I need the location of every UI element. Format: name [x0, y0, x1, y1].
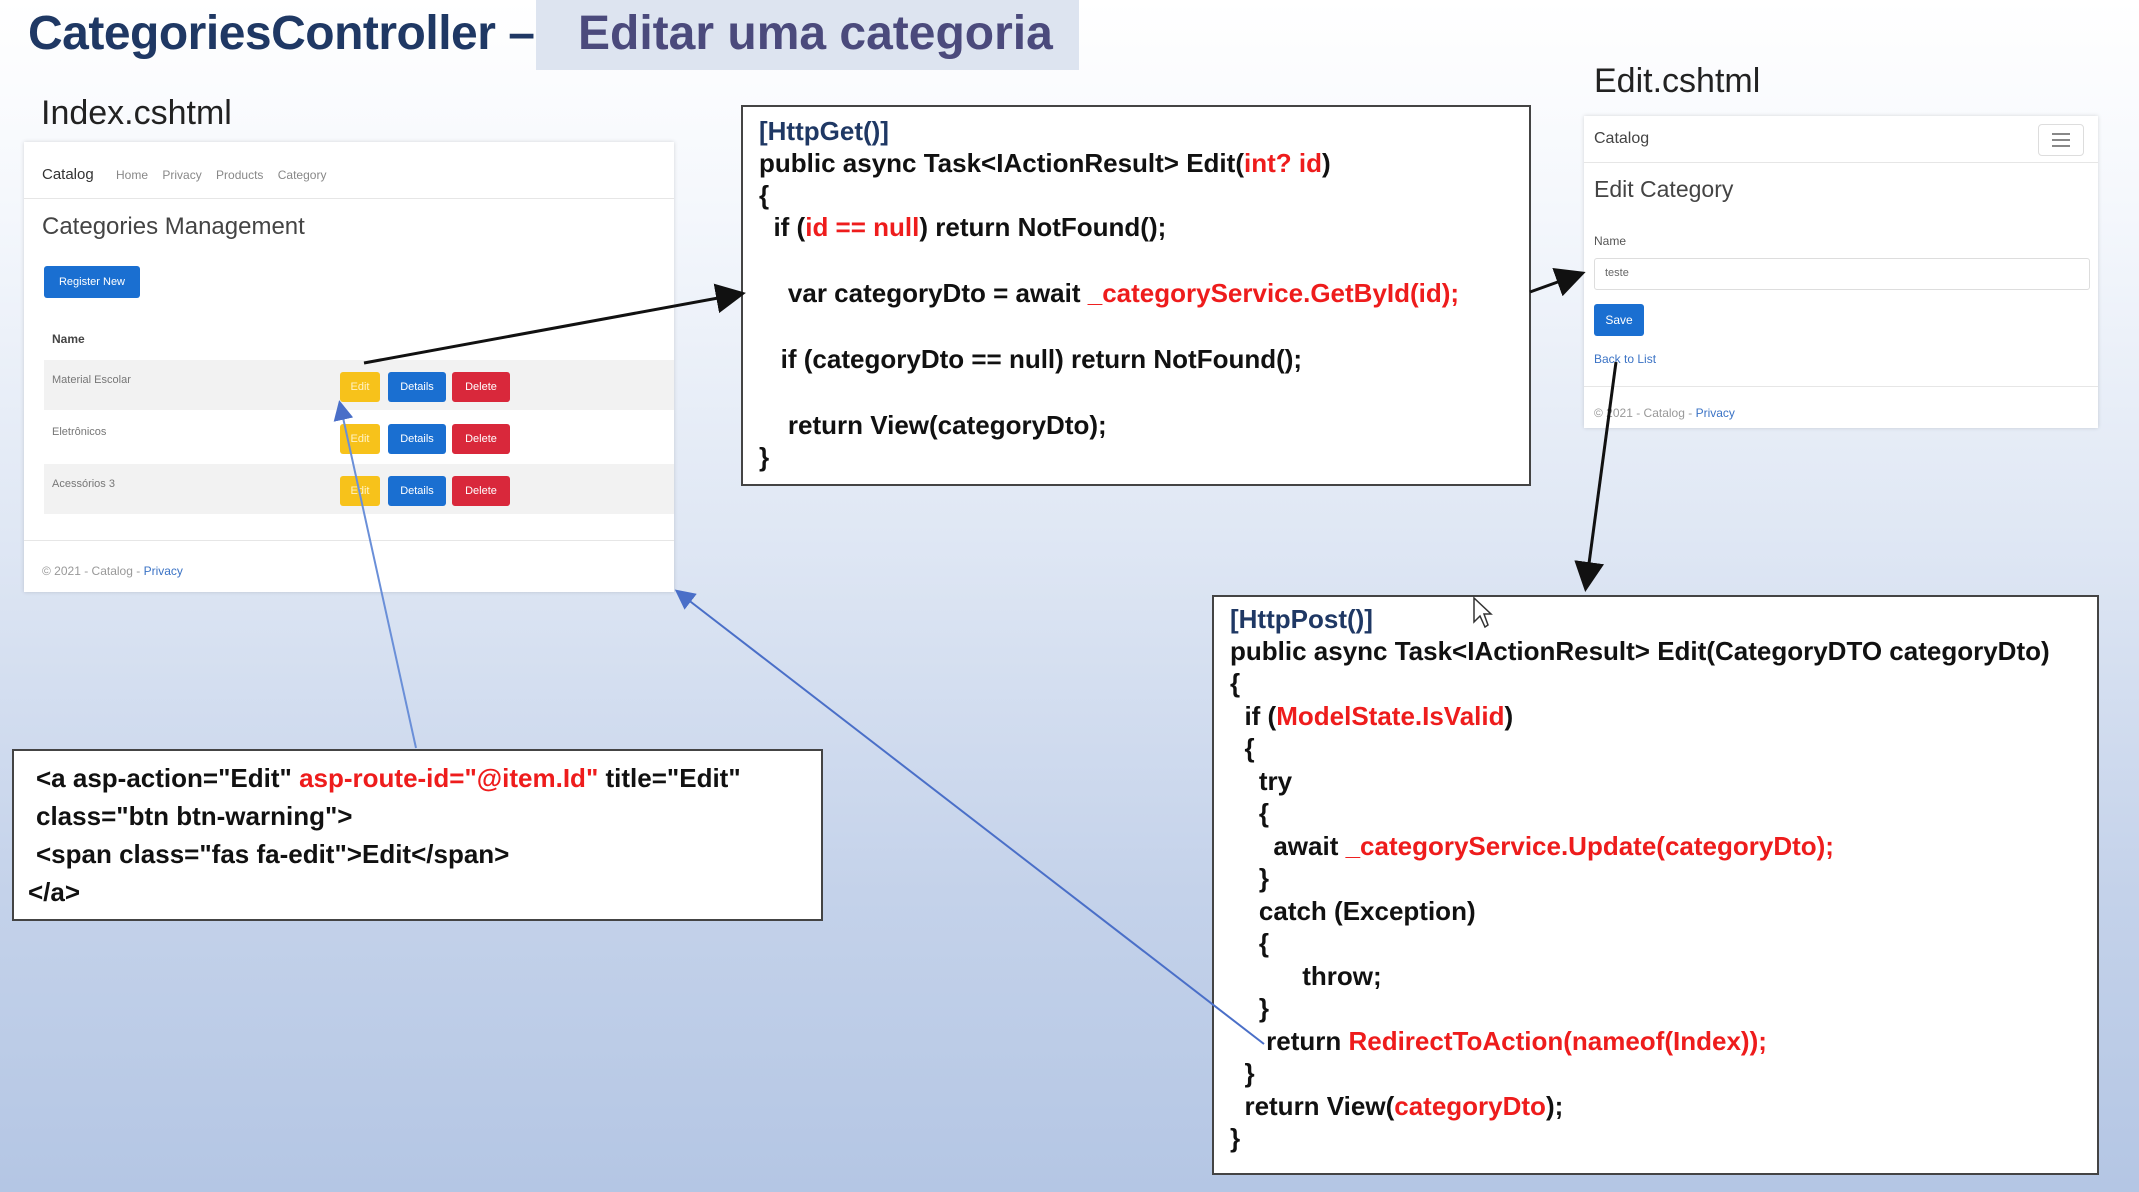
- arrow-edit-to-get: [363, 283, 746, 365]
- arrow-anchor-to-editbtn: [333, 400, 417, 749]
- cursor-icon: [1473, 596, 1493, 629]
- arrow-save-to-post: [1574, 361, 1618, 592]
- flow-arrows: [333, 268, 1618, 1045]
- arrow-get-to-editview: [1529, 268, 1586, 297]
- arrow-redirect-to-index: [674, 589, 1265, 1045]
